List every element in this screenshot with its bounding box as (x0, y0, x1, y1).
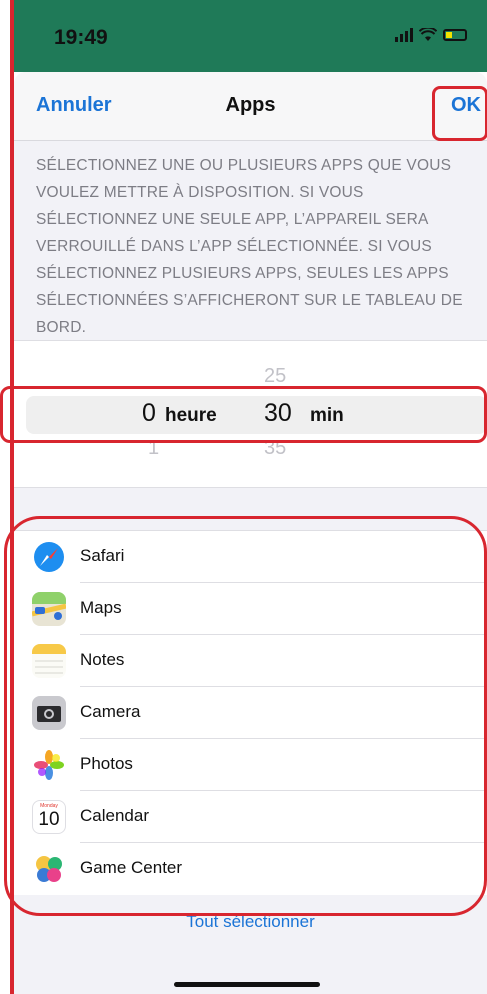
wifi-icon (419, 28, 437, 41)
annotation-ok-highlight (432, 86, 487, 141)
annotation-picker-highlight (0, 386, 487, 443)
minute-option-above[interactable]: 25 (264, 365, 286, 388)
nav-bar: Annuler Apps OK (14, 72, 487, 141)
status-time: 19:49 (54, 26, 108, 49)
instructions-text: SÉLECTIONNEZ UNE OU PLUSIEURS APPS QUE V… (36, 157, 463, 336)
status-icons (395, 28, 467, 42)
page-title: Apps (225, 94, 276, 116)
signal-icon (395, 28, 413, 42)
annotation-applist-highlight (4, 516, 487, 916)
status-bar: 19:49 (14, 0, 487, 72)
battery-icon (443, 29, 467, 41)
home-indicator (174, 982, 320, 987)
